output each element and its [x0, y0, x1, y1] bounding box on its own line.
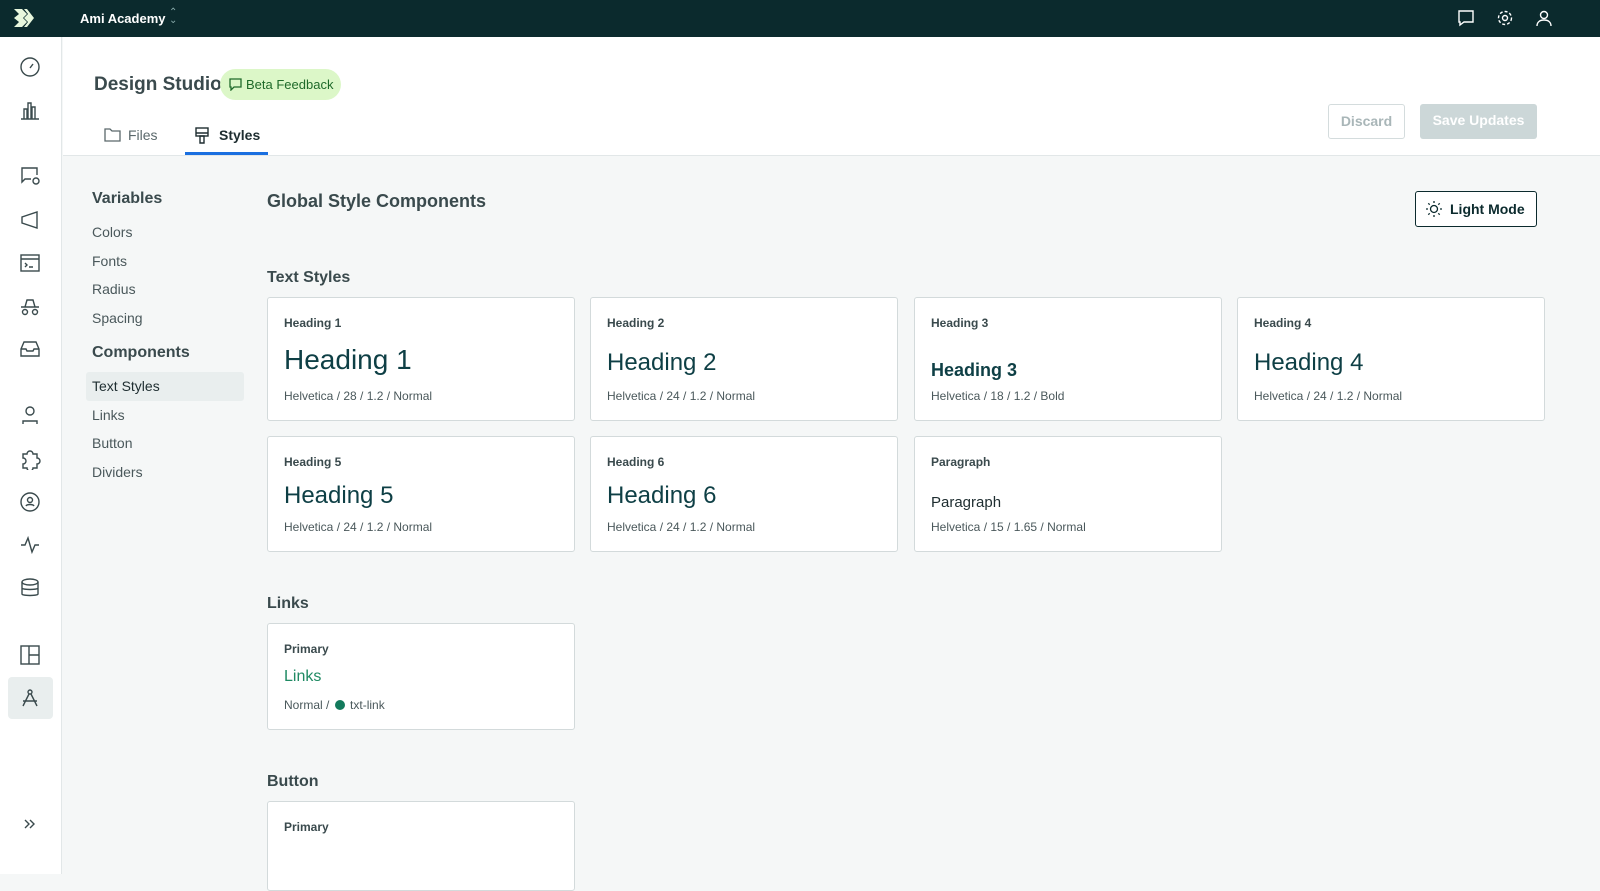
nav-item-dividers[interactable]: Dividers	[92, 458, 244, 487]
style-sample: Heading 1	[284, 344, 412, 375]
card-label: Primary	[284, 642, 329, 656]
user-circle-icon[interactable]	[19, 491, 41, 513]
link-style-card[interactable]: Primary Links Normal / txt-link	[267, 623, 575, 730]
activity-icon[interactable]	[19, 534, 41, 556]
style-sample: Heading 6	[607, 482, 717, 509]
nav-item-links[interactable]: Links	[92, 401, 244, 430]
nav-item-colors[interactable]: Colors	[92, 218, 244, 247]
variables-heading: Variables	[92, 190, 163, 207]
button-heading: Button	[267, 773, 319, 790]
card-label: Heading 1	[284, 316, 342, 330]
style-meta: Helvetica / 24 / 1.2 / Normal	[284, 520, 433, 534]
nav-item-fonts[interactable]: Fonts	[92, 247, 244, 276]
card-label: Primary	[284, 820, 329, 834]
paint-roller-icon	[195, 127, 209, 144]
style-sample: Heading 5	[284, 482, 394, 509]
page-header: Design Studio Beta Feedback Files Styles…	[63, 37, 1600, 156]
org-switcher[interactable]: Ami Academy	[80, 11, 166, 26]
color-swatch	[334, 700, 345, 710]
style-sample: Heading 3	[931, 360, 1018, 380]
user-icon[interactable]	[19, 404, 41, 426]
analytics-chart-icon[interactable]	[19, 99, 41, 121]
links-heading: Links	[267, 595, 309, 612]
card-label: Heading 2	[607, 316, 665, 330]
card-label: Heading 3	[931, 316, 989, 330]
page-title: Design Studio	[94, 74, 222, 95]
button-style-card[interactable]: Primary	[267, 801, 575, 891]
style-meta: Helvetica / 24 / 1.2 / Normal	[607, 389, 756, 403]
chevron-updown-icon[interactable]: ⌃ ⌄	[169, 8, 177, 26]
text-style-card[interactable]: Heading 5 Heading 5 Helvetica / 24 / 1.2…	[267, 436, 575, 552]
gear-icon[interactable]	[1496, 9, 1514, 27]
components-heading: Components	[92, 344, 190, 361]
card-label: Heading 5	[284, 455, 342, 469]
folder-icon	[104, 128, 121, 142]
card-label: Heading 6	[607, 455, 665, 469]
dashboard-gauge-icon[interactable]	[19, 56, 41, 78]
incognito-icon[interactable]	[19, 295, 41, 317]
layout-icon[interactable]	[19, 644, 41, 666]
app-logo-icon[interactable]	[14, 9, 34, 27]
style-meta: Helvetica / 15 / 1.65 / Normal	[931, 520, 1086, 534]
text-style-card[interactable]: Heading 1 Heading 1 Helvetica / 28 / 1.2…	[267, 297, 575, 421]
inbox-icon[interactable]	[19, 338, 41, 360]
tab-styles[interactable]: Styles	[185, 125, 268, 155]
card-label: Paragraph	[931, 455, 991, 469]
style-meta: Helvetica / 18 / 1.2 / Bold	[931, 389, 1065, 403]
sun-icon	[1426, 201, 1442, 217]
text-style-card[interactable]: Heading 3 Heading 3 Helvetica / 18 / 1.2…	[914, 297, 1222, 421]
style-nav: Variables Colors Fonts Radius Spacing Co…	[86, 190, 244, 487]
chat-icon[interactable]	[1457, 9, 1475, 27]
top-bar: Ami Academy ⌃ ⌄	[0, 0, 1600, 37]
save-updates-button[interactable]: Save Updates	[1420, 104, 1537, 139]
tab-styles-label: Styles	[219, 127, 261, 143]
text-styles-heading: Text Styles	[267, 269, 351, 286]
style-meta: Helvetica / 24 / 1.2 / Normal	[1254, 389, 1403, 403]
beta-feedback-button[interactable]: Beta Feedback	[220, 69, 342, 100]
design-compass-icon[interactable]	[19, 687, 41, 709]
light-mode-button[interactable]: Light Mode	[1415, 191, 1537, 227]
text-style-card[interactable]: Heading 6 Heading 6 Helvetica / 24 / 1.2…	[590, 436, 898, 552]
tab-files[interactable]: Files	[104, 125, 158, 155]
link-sample[interactable]: Links	[284, 668, 321, 686]
card-label: Heading 4	[1254, 316, 1312, 330]
nav-item-radius[interactable]: Radius	[92, 275, 244, 304]
light-mode-label: Light Mode	[1450, 201, 1525, 217]
chat-icon	[229, 78, 242, 91]
megaphone-icon[interactable]	[19, 209, 41, 231]
user-icon[interactable]	[1535, 9, 1553, 27]
color-token: txt-link	[350, 698, 385, 712]
section-title: Global Style Components	[267, 191, 487, 211]
puzzle-icon[interactable]	[19, 448, 41, 470]
sidebar	[0, 37, 62, 874]
nav-item-text-styles[interactable]: Text Styles	[86, 372, 244, 401]
database-icon[interactable]	[19, 577, 41, 599]
expand-sidebar-icon[interactable]	[19, 813, 41, 835]
terminal-icon[interactable]	[19, 252, 41, 274]
style-meta: Helvetica / 28 / 1.2 / Normal	[284, 389, 433, 403]
tab-files-label: Files	[128, 127, 158, 143]
chat-settings-icon[interactable]	[19, 165, 41, 187]
discard-button[interactable]: Discard	[1328, 104, 1405, 139]
style-sample: Heading 4	[1254, 349, 1364, 376]
link-meta: Normal / txt-link	[284, 698, 385, 712]
style-sample: Paragraph	[931, 494, 1002, 511]
text-style-card[interactable]: Heading 4 Heading 4 Helvetica / 24 / 1.2…	[1237, 297, 1545, 421]
beta-feedback-label: Beta Feedback	[246, 77, 334, 92]
text-style-card[interactable]: Paragraph Paragraph Helvetica / 15 / 1.6…	[914, 436, 1222, 552]
style-meta: Helvetica / 24 / 1.2 / Normal	[607, 520, 756, 534]
nav-item-button[interactable]: Button	[92, 429, 244, 458]
link-meta-prefix: Normal /	[284, 698, 330, 712]
nav-item-spacing[interactable]: Spacing	[92, 304, 244, 333]
style-sample: Heading 2	[607, 349, 717, 376]
text-style-card[interactable]: Heading 2 Heading 2 Helvetica / 24 / 1.2…	[590, 297, 898, 421]
